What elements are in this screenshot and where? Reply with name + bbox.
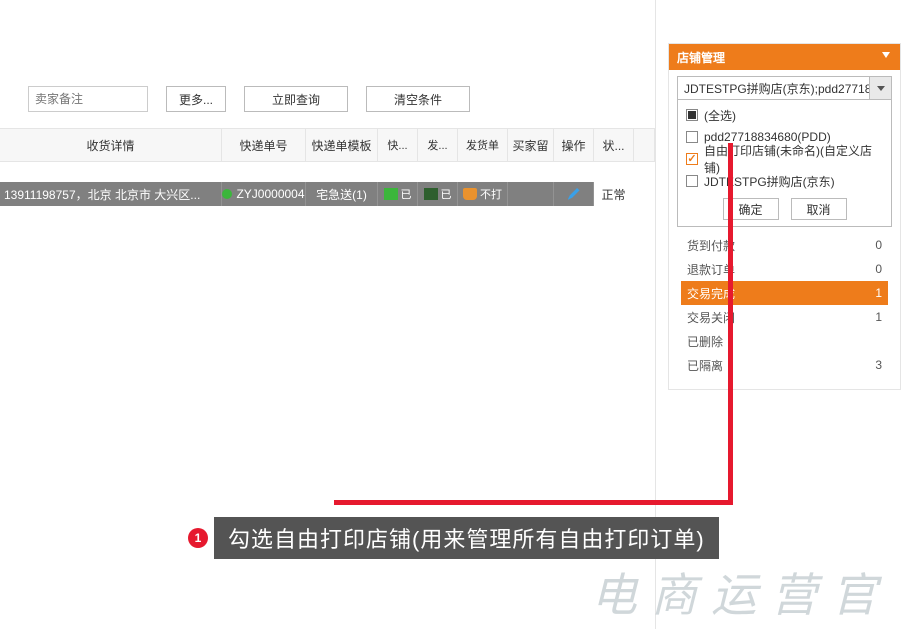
col-status[interactable]: 状...	[594, 129, 634, 161]
cell-send: 已	[418, 182, 458, 206]
table-row[interactable]: 13911198757，北京 北京市 大兴区... ZYJ0000004 宅急送…	[0, 182, 655, 206]
stat-value: 0	[875, 262, 882, 276]
query-button[interactable]: 立即查询	[244, 86, 348, 112]
tracking-text: ZYJ0000004	[236, 187, 304, 201]
pin-icon[interactable]	[882, 52, 892, 62]
callout-badge: 1	[188, 528, 208, 548]
panel-title: 店铺管理	[677, 49, 725, 66]
col-rest	[634, 129, 655, 161]
stat-row[interactable]: 已隔离 3	[681, 353, 888, 377]
checkbox-checked-icon[interactable]	[686, 153, 698, 165]
recv-text: 13911198757，北京 北京市 大兴区...	[4, 186, 200, 203]
shop-option-all[interactable]: (全选)	[678, 104, 891, 126]
package-icon	[463, 188, 477, 200]
stat-row[interactable]: 交易完成1	[681, 281, 888, 305]
col-ship[interactable]: 发货单	[458, 129, 508, 161]
callout-line	[728, 143, 733, 505]
printer-icon	[384, 188, 398, 200]
stat-value: 3	[875, 358, 882, 372]
cell-op[interactable]	[554, 182, 594, 206]
col-recv[interactable]: 收货详情	[0, 129, 222, 161]
shop-select-toggle[interactable]	[870, 76, 892, 100]
clear-button[interactable]: 清空条件	[366, 86, 470, 112]
stat-list: 货到付款0退款订单0交易完成1交易关闭1 已删除已隔离 3	[669, 227, 900, 389]
ship-text: 不打	[480, 186, 502, 202]
cell-recv: 13911198757，北京 北京市 大兴区...	[0, 182, 222, 206]
stat-row[interactable]: 交易关闭1	[681, 305, 888, 329]
more-button[interactable]: 更多...	[166, 86, 226, 112]
stat-label: 已删除	[687, 333, 723, 350]
exp-text: 已	[401, 186, 412, 202]
col-tracking[interactable]: 快递单号	[222, 129, 306, 161]
stat-label: 已隔离	[687, 357, 723, 374]
checkbox-icon[interactable]	[686, 131, 698, 143]
col-op[interactable]: 操作	[554, 129, 594, 161]
chevron-down-icon	[877, 86, 885, 91]
callout-line	[334, 500, 733, 505]
cell-express: 已	[378, 182, 418, 206]
shop-select-text: JDTESTPG拼购店(京东);pdd27718...	[677, 76, 870, 100]
col-send[interactable]: 发...	[418, 129, 458, 161]
cell-buyer	[508, 182, 554, 206]
stat-row[interactable]: 退款订单0	[681, 257, 888, 281]
col-express[interactable]: 快...	[378, 129, 418, 161]
opt-all-label: (全选)	[704, 107, 736, 124]
send-text: 已	[441, 186, 452, 202]
cell-tracking: ZYJ0000004	[222, 182, 306, 206]
cell-ship: 不打	[458, 182, 508, 206]
shop-buttons: 确定 取消	[678, 198, 891, 220]
chat-icon	[424, 188, 438, 200]
table-header: 收货详情 快递单号 快递单模板 快... 发... 发货单 买家留 操作 状..…	[0, 128, 655, 162]
cell-rest	[634, 182, 655, 206]
cell-status: 正常	[594, 182, 634, 206]
shop-option-free[interactable]: 自由打印店铺(未命名)(自定义店铺)	[678, 148, 891, 170]
col-buyer[interactable]: 买家留	[508, 129, 554, 161]
stat-value: 0	[875, 238, 882, 252]
stat-row[interactable]: 货到付款0	[681, 233, 888, 257]
cancel-button[interactable]: 取消	[791, 198, 847, 220]
checkbox-mixed-icon[interactable]	[686, 109, 698, 121]
stat-value: 1	[875, 310, 882, 324]
stat-value: 1	[875, 286, 882, 300]
panel-header: 店铺管理	[669, 44, 900, 70]
opt-jd-label: JDTESTPG拼购店(京东)	[704, 173, 835, 190]
toolbar: 更多... 立即查询 清空条件	[0, 84, 655, 114]
shop-panel: 店铺管理 JDTESTPG拼购店(京东);pdd27718... (全选) pd…	[668, 43, 901, 390]
shop-dropdown: (全选) pdd27718834680(PDD) 自由打印店铺(未命名)(自定义…	[677, 100, 892, 227]
seller-note-input[interactable]	[28, 86, 148, 112]
shop-select[interactable]: JDTESTPG拼购店(京东);pdd27718...	[677, 76, 892, 100]
status-dot-icon	[222, 189, 232, 199]
checkbox-icon[interactable]	[686, 175, 698, 187]
edit-icon[interactable]	[568, 188, 580, 200]
col-template[interactable]: 快递单模板	[306, 129, 378, 161]
cell-template: 宅急送(1)	[306, 182, 378, 206]
callout-text: 勾选自由打印店铺(用来管理所有自由打印订单)	[214, 517, 719, 559]
stat-row[interactable]: 已删除	[681, 329, 888, 353]
